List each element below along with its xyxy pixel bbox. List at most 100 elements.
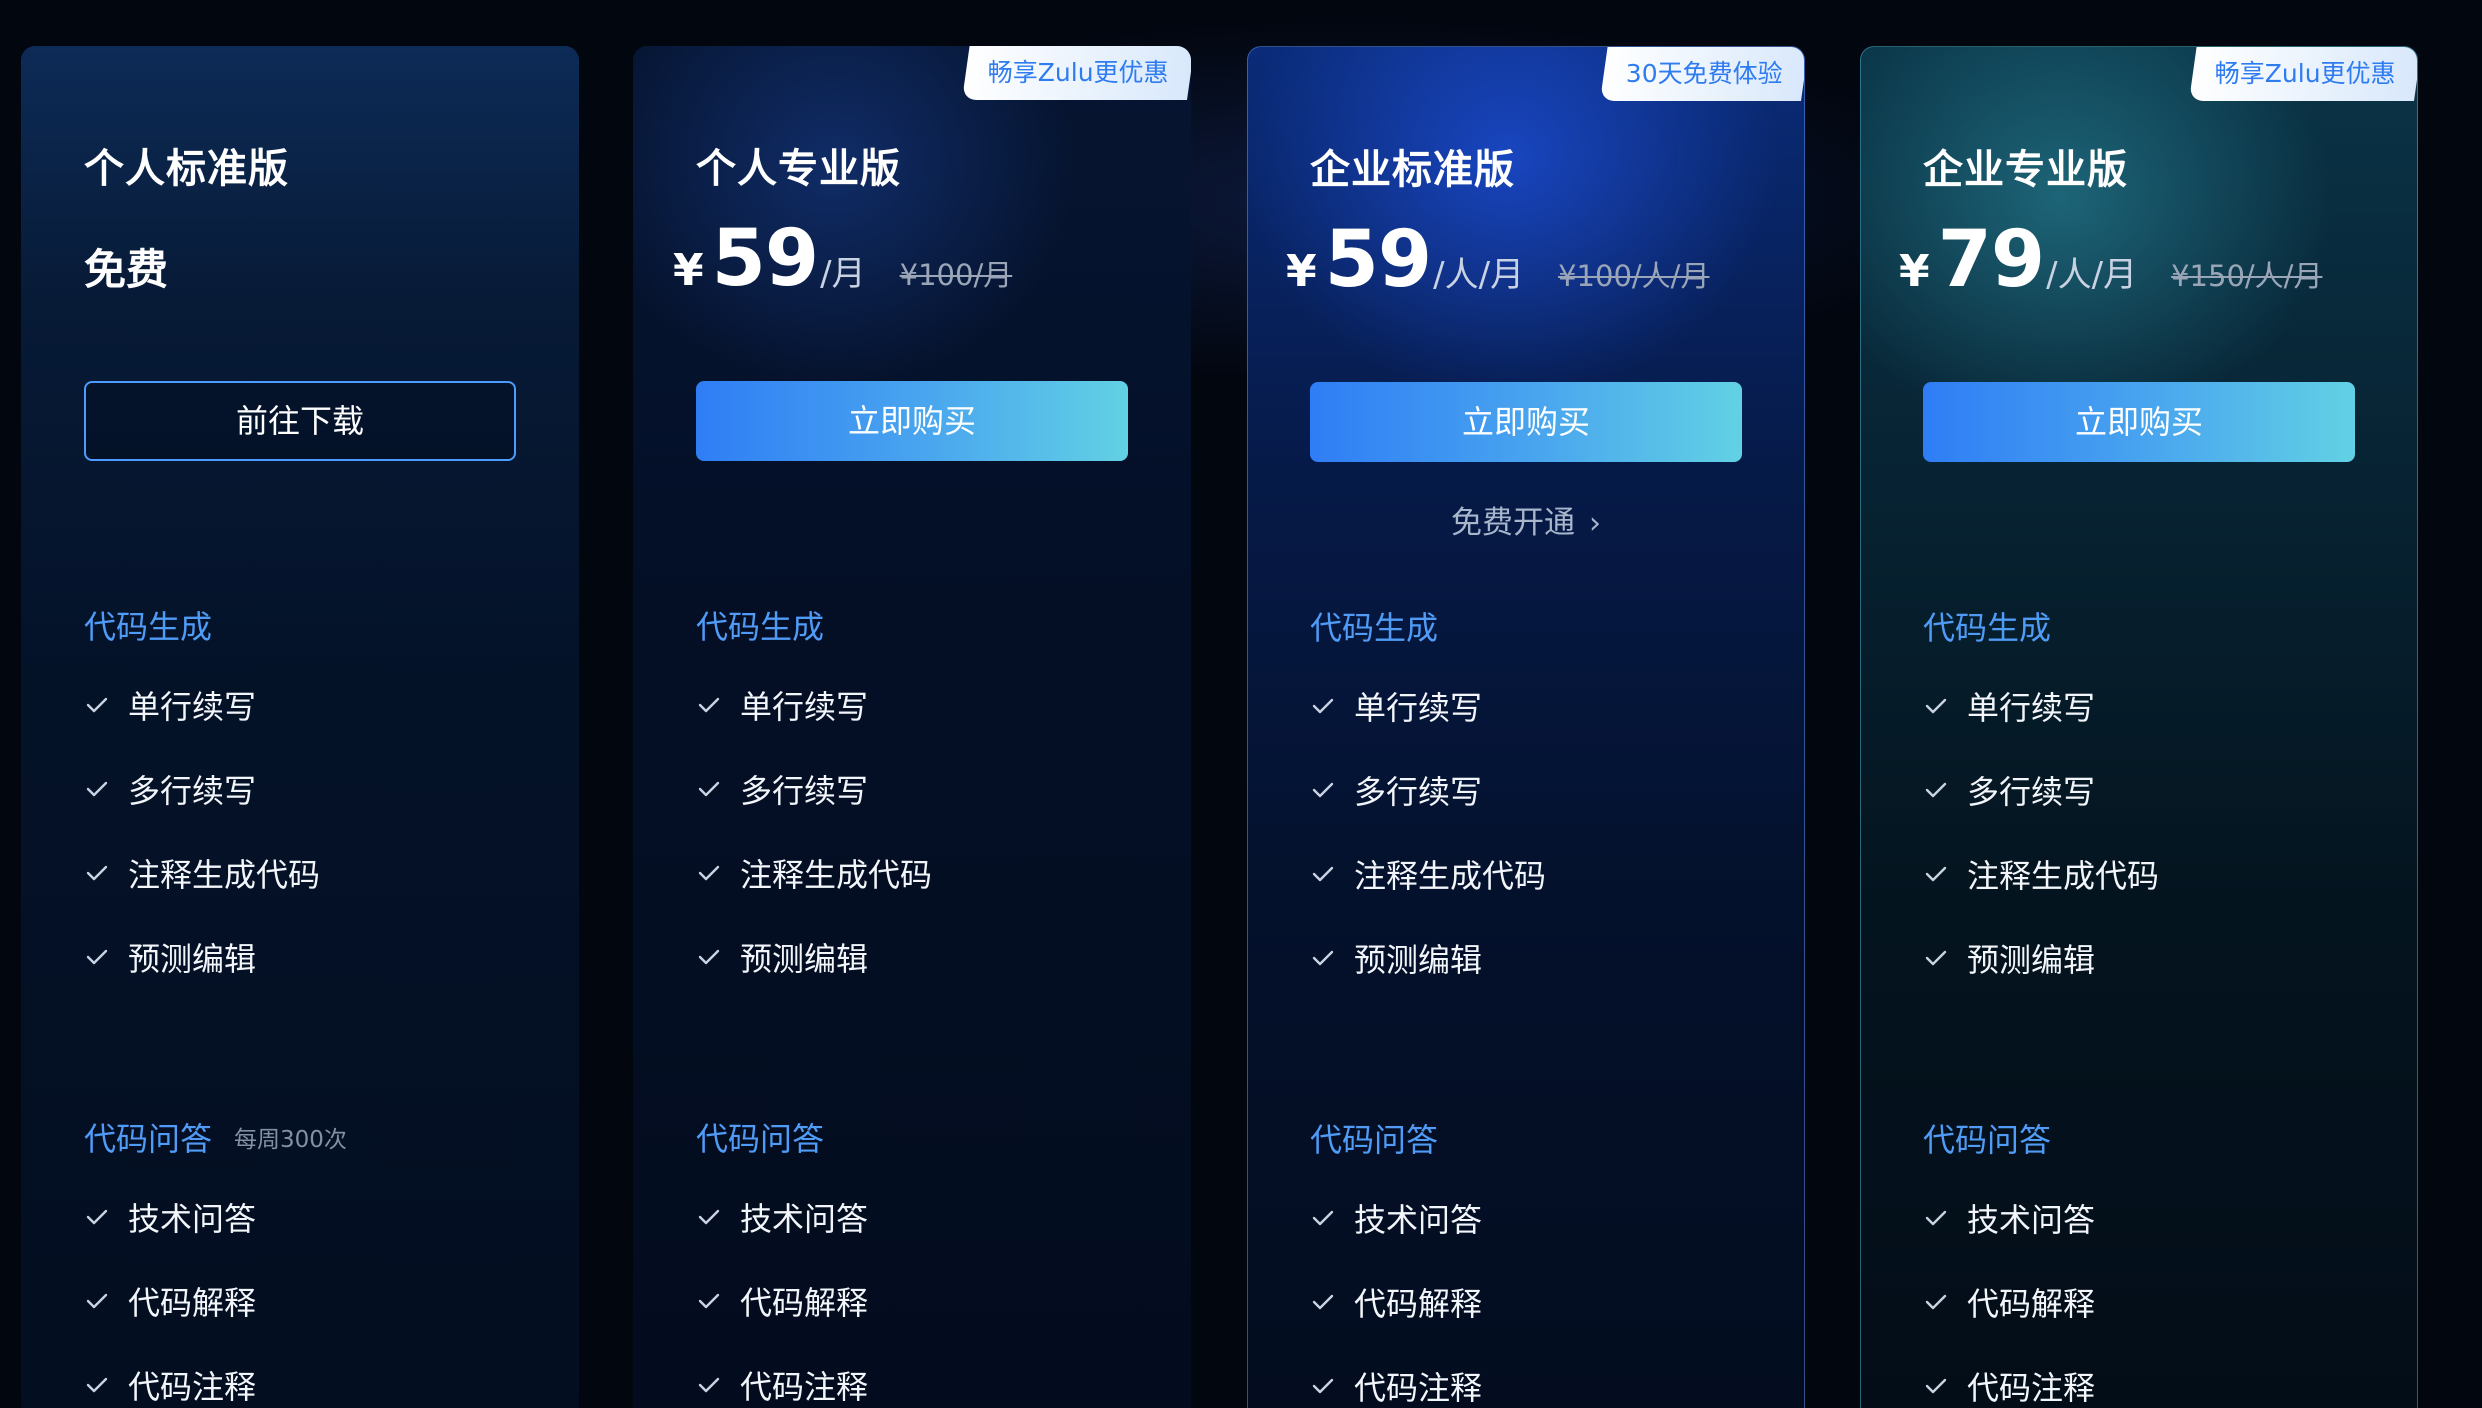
promo-badge-text: 畅享Zulu更优惠 xyxy=(988,58,1169,87)
feature-label: 单行续写 xyxy=(740,688,869,726)
section-title-text: 代码生成 xyxy=(1923,609,2052,647)
section-title-code-qa: 代码问答 xyxy=(1923,1115,2051,1161)
section-title-code-qa: 代码问答 每周300次 xyxy=(84,1114,347,1160)
check-icon xyxy=(86,1209,108,1225)
check-icon xyxy=(1312,1294,1334,1310)
price-unit: /人/月 xyxy=(1433,255,1525,295)
feature-item: 预测编辑 xyxy=(1310,935,1482,981)
section-note: 每周300次 xyxy=(234,1127,347,1153)
check-icon xyxy=(698,949,720,965)
section-title-code-gen: 代码生成 xyxy=(1923,603,2051,649)
plan-name: 企业标准版 xyxy=(1310,147,1515,193)
price-row: ¥ 59 /人/月 ¥100/人/月 xyxy=(1286,215,1709,305)
original-price: ¥100/月 xyxy=(899,258,1013,292)
feature-label: 代码解释 xyxy=(128,1284,257,1322)
feature-label: 技术问答 xyxy=(128,1200,257,1238)
feature-item: 代码解释 xyxy=(1923,1279,2095,1325)
check-icon xyxy=(1925,1210,1947,1226)
feature-item: 单行续写 xyxy=(84,682,256,728)
section-title-text: 代码生成 xyxy=(696,608,825,646)
feature-label: 代码注释 xyxy=(1967,1369,2096,1407)
feature-label: 预测编辑 xyxy=(128,940,257,978)
buy-now-button[interactable]: 立即购买 xyxy=(696,381,1128,461)
plan-card-personal-standard: 个人标准版 免费 前往下载 代码生成 单行续写 多行续写 注释生成代码 预测编辑… xyxy=(21,46,579,1408)
check-icon xyxy=(86,1377,108,1393)
feature-label: 单行续写 xyxy=(1354,689,1483,727)
section-title-text: 代码问答 xyxy=(1923,1121,2052,1159)
free-open-link[interactable]: 免费开通 › xyxy=(1248,497,1804,542)
feature-label: 预测编辑 xyxy=(740,940,869,978)
check-icon xyxy=(1312,1210,1334,1226)
section-title-text: 代码生成 xyxy=(1310,609,1439,647)
feature-label: 代码解释 xyxy=(1354,1285,1483,1323)
feature-label: 代码注释 xyxy=(740,1368,869,1406)
feature-item: 技术问答 xyxy=(696,1194,868,1240)
section-title-text: 代码问答 xyxy=(84,1120,213,1158)
promo-badge: 30天免费体验 xyxy=(1600,47,1804,101)
feature-item: 代码注释 xyxy=(1310,1363,1482,1408)
feature-item: 注释生成代码 xyxy=(696,850,932,896)
section-title-text: 代码生成 xyxy=(84,608,213,646)
feature-item: 单行续写 xyxy=(696,682,868,728)
price-unit: /人/月 xyxy=(2046,255,2138,295)
check-icon xyxy=(698,1377,720,1393)
price-currency: ¥ xyxy=(673,245,704,296)
check-icon xyxy=(1925,698,1947,714)
feature-label: 注释生成代码 xyxy=(128,856,321,894)
price-currency: ¥ xyxy=(1286,246,1317,297)
plan-name: 企业专业版 xyxy=(1923,147,2128,193)
buy-now-button[interactable]: 立即购买 xyxy=(1923,382,2355,462)
plan-price-free: 免费 xyxy=(84,245,169,294)
check-icon xyxy=(1925,950,1947,966)
feature-item: 代码注释 xyxy=(84,1362,256,1408)
plan-card-personal-pro: 畅享Zulu更优惠 个人专业版 ¥ 59 /月 ¥100/月 立即购买 代码生成… xyxy=(633,46,1191,1408)
feature-item: 多行续写 xyxy=(1923,767,2095,813)
section-title-code-gen: 代码生成 xyxy=(1310,603,1438,649)
feature-label: 代码注释 xyxy=(128,1368,257,1406)
feature-item: 多行续写 xyxy=(696,766,868,812)
check-icon xyxy=(86,865,108,881)
plan-card-enterprise-standard: 30天免费体验 企业标准版 ¥ 59 /人/月 ¥100/人/月 立即购买 免费… xyxy=(1247,46,1805,1408)
check-icon xyxy=(1925,1294,1947,1310)
feature-label: 注释生成代码 xyxy=(1967,857,2160,895)
check-icon xyxy=(1312,1378,1334,1394)
check-icon xyxy=(1312,950,1334,966)
buy-now-button[interactable]: 立即购买 xyxy=(1310,382,1742,462)
check-icon xyxy=(1925,866,1947,882)
check-icon xyxy=(1312,866,1334,882)
price-amount: 59 xyxy=(711,214,820,304)
feature-item: 单行续写 xyxy=(1923,683,2095,729)
feature-item: 技术问答 xyxy=(84,1194,256,1240)
check-icon xyxy=(698,865,720,881)
check-icon xyxy=(1925,1378,1947,1394)
download-button[interactable]: 前往下载 xyxy=(84,381,516,461)
check-icon xyxy=(1312,698,1334,714)
promo-badge: 畅享Zulu更优惠 xyxy=(2189,47,2417,101)
feature-item: 代码解释 xyxy=(696,1278,868,1324)
check-icon xyxy=(698,1209,720,1225)
check-icon xyxy=(86,697,108,713)
feature-label: 多行续写 xyxy=(1354,773,1483,811)
feature-item: 注释生成代码 xyxy=(84,850,320,896)
feature-item: 预测编辑 xyxy=(84,934,256,980)
check-icon xyxy=(698,697,720,713)
feature-item: 代码注释 xyxy=(1923,1363,2095,1408)
original-price: ¥150/人/月 xyxy=(2171,259,2323,293)
promo-badge: 畅享Zulu更优惠 xyxy=(962,46,1191,100)
price-currency: ¥ xyxy=(1899,246,1930,297)
feature-label: 技术问答 xyxy=(1354,1201,1483,1239)
section-title-code-qa: 代码问答 xyxy=(1310,1115,1438,1161)
promo-badge-text: 畅享Zulu更优惠 xyxy=(2215,59,2396,88)
feature-item: 单行续写 xyxy=(1310,683,1482,729)
feature-label: 单行续写 xyxy=(1967,689,2096,727)
feature-label: 技术问答 xyxy=(1967,1201,2096,1239)
check-icon xyxy=(698,781,720,797)
feature-item: 多行续写 xyxy=(1310,767,1482,813)
feature-item: 注释生成代码 xyxy=(1923,851,2159,897)
feature-label: 多行续写 xyxy=(128,772,257,810)
price-row: ¥ 79 /人/月 ¥150/人/月 xyxy=(1899,215,2322,305)
feature-label: 多行续写 xyxy=(1967,773,2096,811)
promo-badge-text: 30天免费体验 xyxy=(1625,59,1783,88)
feature-label: 代码解释 xyxy=(740,1284,869,1322)
original-price: ¥100/人/月 xyxy=(1558,259,1710,293)
